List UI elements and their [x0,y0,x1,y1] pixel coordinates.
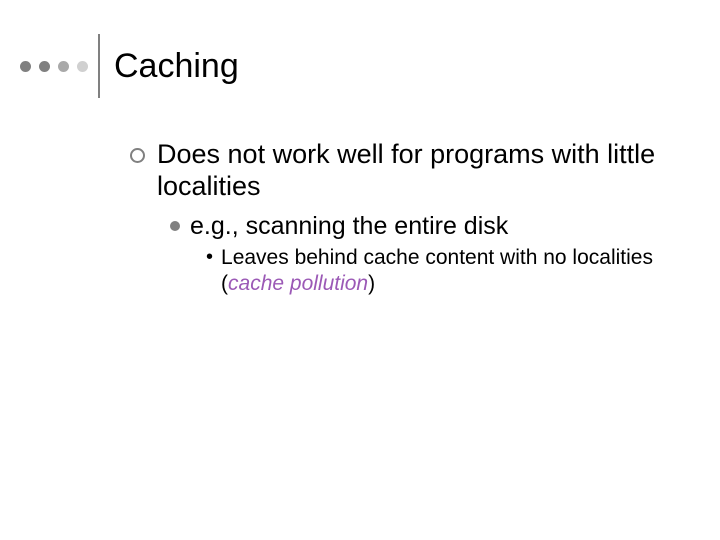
bullet-text: Leaves behind cache content with no loca… [221,245,690,298]
dot-icon [20,61,31,72]
dot-icon [77,61,88,72]
slide-title: Caching [114,47,239,86]
decorative-dots [20,61,88,72]
dot-icon [58,61,69,72]
slide: Caching Does not work well for programs … [0,0,720,540]
bullet-level-3: • Leaves behind cache content with no lo… [206,245,690,298]
vertical-divider [98,34,100,98]
dot-icon [39,61,50,72]
slide-body: Does not work well for programs with lit… [130,138,690,301]
bullet-dot-icon: • [206,245,213,270]
bullet-level-1: Does not work well for programs with lit… [130,138,690,203]
bullet-text: Does not work well for programs with lit… [157,138,690,203]
emphasized-term: cache pollution [228,272,368,295]
filled-circle-icon [170,221,180,231]
header: Caching [20,34,239,98]
hollow-circle-icon [130,148,145,163]
bullet-level-2: e.g., scanning the entire disk [170,211,690,241]
bullet-text: e.g., scanning the entire disk [190,211,508,241]
bullet-text-suffix: ) [368,272,375,295]
